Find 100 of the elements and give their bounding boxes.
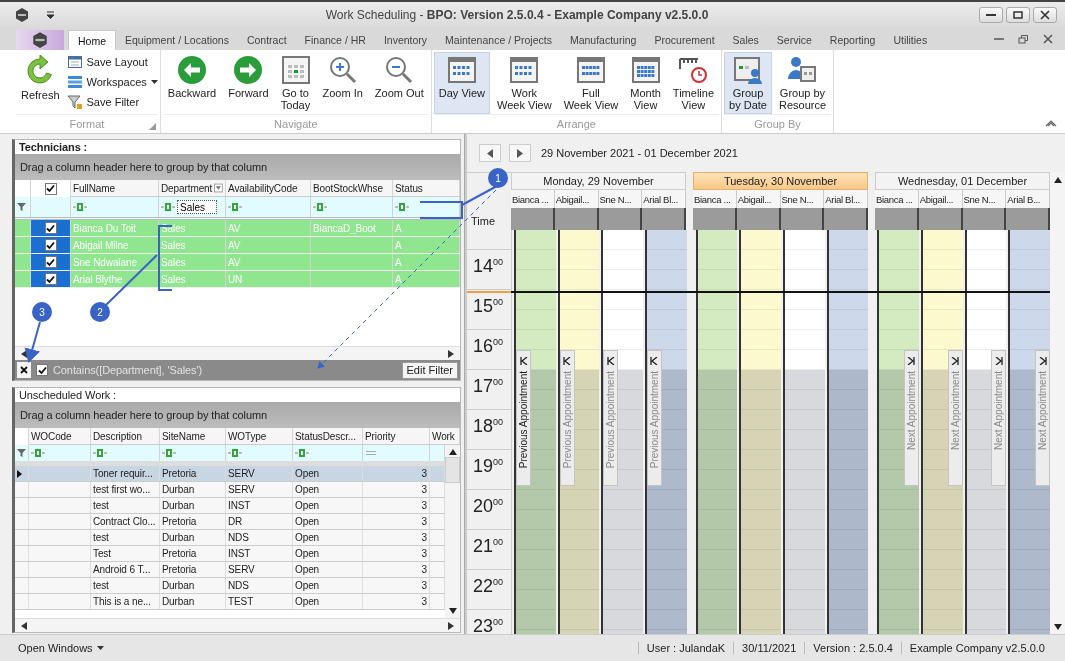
resource-header[interactable]: Sne N... [962, 190, 1007, 208]
all-day-cell[interactable] [693, 208, 737, 230]
filter-condition-icon[interactable] [31, 449, 45, 457]
ribbon-tab[interactable]: Reporting [820, 30, 885, 50]
open-windows-menu[interactable]: Open Windows [18, 642, 104, 654]
filter-condition-icon[interactable] [313, 203, 327, 211]
ribbon-tab[interactable]: Equipment / Locations [116, 30, 238, 50]
column-header[interactable]: SiteName [160, 428, 226, 445]
table-row[interactable]: test Durban NDS Open 3 [15, 578, 445, 594]
resource-header[interactable]: Abigail... [554, 190, 599, 208]
scroll-down-icon[interactable] [1053, 624, 1062, 630]
resource-column[interactable] [826, 230, 869, 634]
filter-condition-icon[interactable] [93, 449, 107, 457]
column-header[interactable]: Status [393, 180, 460, 197]
column-header[interactable]: WOType [226, 428, 293, 445]
scroll-left-icon[interactable] [21, 349, 27, 358]
caret-icon[interactable] [46, 11, 55, 19]
column-header[interactable]: WOCode [29, 428, 91, 445]
filter-condition-icon[interactable] [161, 203, 175, 211]
day-header[interactable]: Tuesday, 30 November [693, 172, 868, 190]
forward-button[interactable]: Forward [223, 52, 274, 114]
column-header[interactable]: BootStockWhse [311, 180, 393, 197]
scroll-up-icon[interactable] [1053, 177, 1062, 183]
vertical-scrollbar[interactable] [1050, 172, 1065, 230]
ribbon-tab[interactable]: Home [68, 30, 116, 50]
backward-button[interactable]: Backward [162, 52, 222, 114]
collapse-icon[interactable] [1045, 119, 1057, 127]
previous-appointment-button[interactable]: Previous Appointment [516, 350, 531, 486]
day-header[interactable]: Wednesday, 01 December [875, 172, 1050, 190]
checkbox[interactable] [44, 273, 57, 285]
scroll-left-icon[interactable] [21, 621, 27, 630]
close-icon[interactable] [1043, 34, 1053, 44]
all-day-cell[interactable] [962, 208, 1007, 230]
ribbon-tab[interactable]: Sales [723, 30, 768, 50]
resource-column[interactable] [695, 230, 738, 634]
zoom-in-button[interactable]: Zoom In [317, 52, 368, 114]
all-day-cell[interactable] [918, 208, 963, 230]
column-header[interactable]: Description [91, 428, 160, 445]
filter-icon[interactable] [214, 183, 223, 193]
dialog-launcher-icon[interactable] [148, 123, 156, 130]
refresh-button[interactable]: Refresh [16, 52, 65, 114]
workspaces-menu-button[interactable]: Workspaces [66, 73, 158, 90]
checkbox[interactable] [44, 182, 57, 195]
column-header[interactable]: Work [430, 428, 460, 445]
scroll-down-icon[interactable] [448, 608, 457, 614]
resource-header[interactable]: Bianca ... [693, 190, 737, 208]
all-day-cell[interactable] [511, 208, 555, 230]
ribbon-tab[interactable]: Service [767, 30, 821, 50]
ribbon-tab[interactable]: Finance / HR [295, 30, 375, 50]
all-day-cell[interactable] [736, 208, 781, 230]
column-header[interactable]: AvailabilityCode [226, 180, 311, 197]
table-row[interactable]: test first wo... Durban SERV Open 3 [15, 482, 445, 498]
all-day-cell[interactable] [875, 208, 919, 230]
resource-header[interactable]: Arial Bl... [824, 190, 868, 208]
clear-filter-button[interactable] [17, 362, 31, 378]
scroll-up-icon[interactable] [448, 449, 457, 455]
all-day-cell[interactable] [780, 208, 825, 230]
resource-header[interactable]: Sne N... [598, 190, 643, 208]
resource-header[interactable]: Abigail... [736, 190, 781, 208]
column-header[interactable]: Department [159, 180, 226, 197]
ribbon-tab[interactable]: Procurement [645, 30, 724, 50]
maximize-button[interactable] [1006, 7, 1030, 23]
all-day-cell[interactable] [642, 208, 686, 230]
scroll-right-icon[interactable] [448, 621, 454, 630]
day-view-button[interactable]: Day View [433, 52, 491, 114]
ribbon-tab[interactable]: Manufacturing [560, 30, 646, 50]
filter-condition-icon[interactable] [73, 203, 87, 211]
resource-header[interactable]: Abigail... [918, 190, 963, 208]
resource-column[interactable]: Previous Appointment [514, 230, 556, 634]
table-row[interactable]: This is a ne... Durban TEST Open 3 [15, 594, 445, 610]
checkbox[interactable] [44, 222, 57, 234]
filter-condition-icon[interactable] [295, 449, 309, 457]
scrollbar-thumb[interactable] [445, 457, 460, 483]
zoom-out-button[interactable]: Zoom Out [369, 52, 429, 114]
save-filter-button[interactable]: Save Filter [66, 93, 158, 110]
checkbox[interactable] [44, 239, 57, 251]
table-row[interactable]: Android 6 T... Pretoria SERV Open 3 [15, 562, 445, 578]
month-view-button[interactable]: Month View [625, 52, 666, 114]
table-row[interactable]: Contract Clo... Pretoria DR Open 3 [15, 514, 445, 530]
resource-header[interactable]: Arial Bl... [642, 190, 686, 208]
table-row[interactable]: Toner requir... Pretoria SERV Open 3 [15, 466, 445, 482]
filter-condition-icon[interactable] [395, 203, 409, 211]
resource-header[interactable]: Arial B... [1006, 190, 1050, 208]
filter-field[interactable]: Sales [177, 200, 217, 214]
checkbox[interactable] [44, 256, 57, 268]
app-logo-icon[interactable] [14, 7, 30, 23]
horizontal-scrollbar[interactable] [15, 346, 460, 360]
application-menu-button[interactable] [16, 30, 64, 50]
ribbon-tab[interactable]: Contract [237, 30, 296, 50]
minimize-button[interactable] [979, 7, 1003, 23]
day-header[interactable]: Monday, 29 November [511, 172, 686, 190]
save-layout-button[interactable]: Save Layout [66, 53, 158, 70]
filter-condition-icon[interactable] [228, 449, 242, 457]
timeline-view-button[interactable]: Timeline View [667, 52, 720, 114]
vertical-scrollbar[interactable] [445, 445, 460, 618]
checkbox[interactable] [36, 364, 48, 376]
column-header[interactable]: StatusDescr... [293, 428, 363, 445]
all-day-cell[interactable] [554, 208, 599, 230]
next-range-button[interactable] [509, 144, 531, 162]
group-by-date-button[interactable]: Group by Date [724, 52, 772, 114]
